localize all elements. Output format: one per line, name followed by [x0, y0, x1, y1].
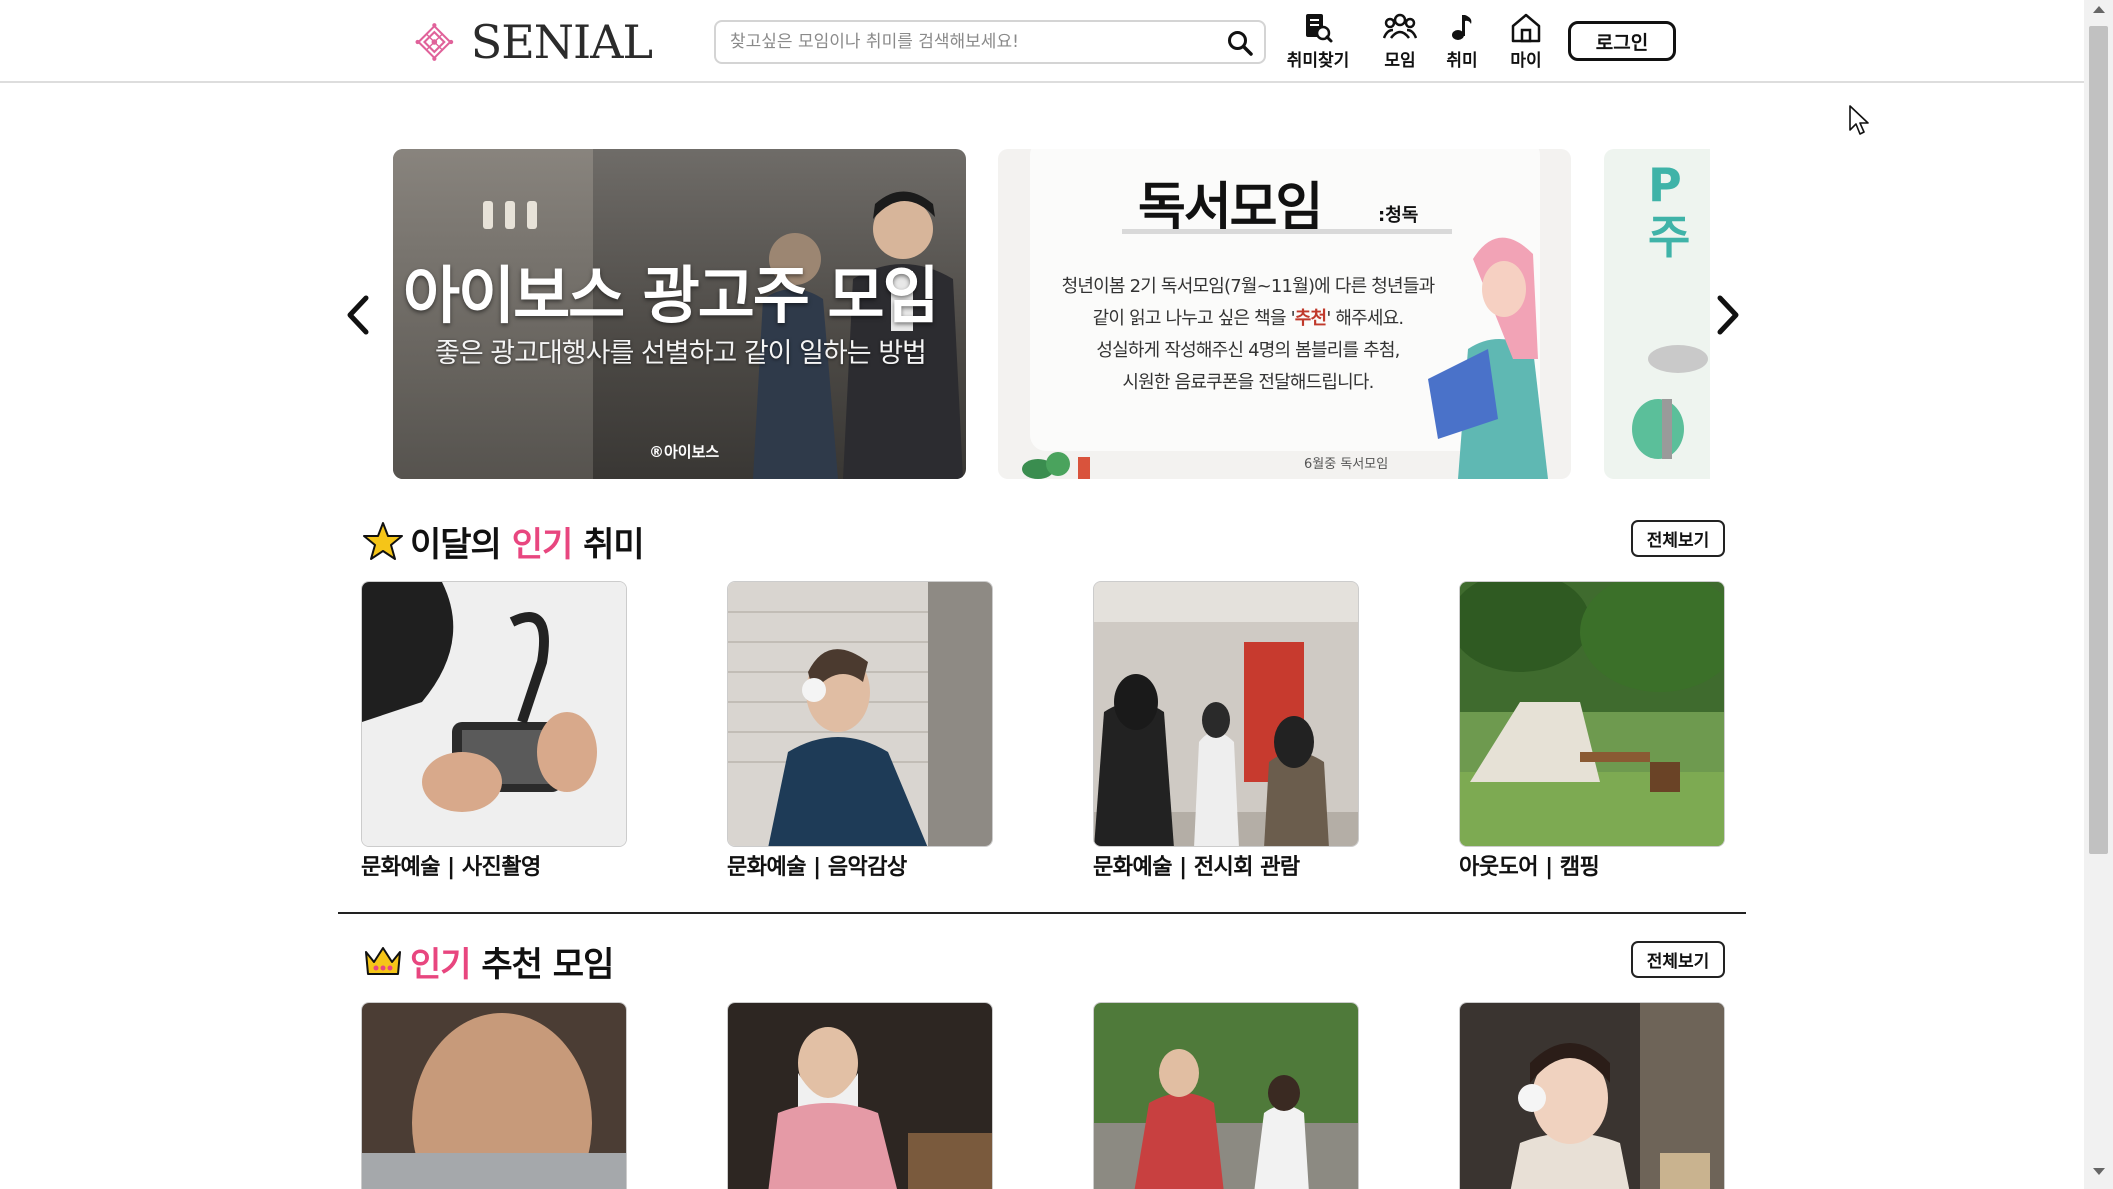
slide-body-line: 시원한 음료쿠폰을 전달해드립니다. [1122, 372, 1374, 393]
slide-body-line: 성실하게 작성해주신 4명의 봄블리를 추첨, [1096, 340, 1400, 361]
slide-subtitle: 좋은 광고대행사를 선별하고 같이 일하는 방법 [435, 338, 927, 369]
section-divider [338, 912, 1746, 914]
banner-slide-book-club[interactable]: 독서모임 :청독 청년이봄 2기 독서모임(7월~11월)에 다른 청년들과 같… [998, 149, 1571, 479]
group-thumbnail [361, 1002, 627, 1189]
section-title: 이달의 인기 취미 [410, 524, 645, 565]
banner-slide-ad-meetup[interactable]: 아이보스 광고주 모임 좋은 광고대행사를 선별하고 같이 일하는 방법 ®아이… [393, 149, 966, 479]
section-title: 인기 추천 모임 [410, 944, 614, 985]
group-card[interactable] [361, 1002, 627, 1189]
hobby-thumbnail [727, 581, 993, 847]
hobby-thumbnail [1093, 581, 1359, 847]
cloud-decoration [1632, 345, 1708, 459]
star-icon [363, 522, 403, 560]
popular-groups-header: 인기 추천 모임 [362, 936, 614, 986]
popular-hobbies-header: 이달의 인기 취미 [362, 516, 645, 566]
lamp-decoration [483, 201, 493, 229]
slide-body-line: 청년이봄 2기 독서모임(7월~11월)에 다른 청년들과 [1061, 276, 1436, 297]
view-all-groups-button[interactable]: 전체보기 [1631, 941, 1725, 978]
hobby-thumbnail [1459, 581, 1725, 847]
hobby-caption: 아웃도어 | 캠핑 [1459, 855, 1600, 880]
hobby-caption: 문화예술 | 전시회 관람 [1093, 855, 1300, 880]
reading-woman-illustration [1428, 237, 1548, 479]
group-card[interactable] [1093, 1002, 1359, 1189]
plant-decoration [1022, 452, 1090, 479]
banner-slide-partial[interactable]: P 주 [1604, 149, 1710, 479]
lamp-decoration [527, 201, 537, 229]
slide-footnote: 6월중 독서모임 [1304, 457, 1389, 472]
group-card[interactable] [1459, 1002, 1725, 1189]
hobby-card-exhibition[interactable]: 문화예술 | 전시회 관람 [1093, 581, 1359, 881]
lamp-decoration [505, 201, 515, 229]
group-thumbnail [1093, 1002, 1359, 1189]
shelf-divider [1122, 229, 1452, 234]
group-card[interactable] [727, 1002, 993, 1189]
scroll-down-arrow-icon[interactable] [2093, 1168, 2105, 1175]
hobby-card-music[interactable]: 문화예술 | 음악감상 [727, 581, 993, 881]
crown-icon [365, 947, 401, 975]
hobby-card-camping[interactable]: 아웃도어 | 캠핑 [1459, 581, 1725, 881]
chevron-left-icon[interactable] [338, 290, 378, 340]
hobby-card-photography[interactable]: 문화예술 | 사진촬영 [361, 581, 627, 881]
scrollbar-thumb[interactable] [2089, 26, 2108, 854]
vertical-scrollbar[interactable] [2084, 0, 2113, 1189]
slide-tag: :청독 [1378, 205, 1419, 226]
chevron-right-icon[interactable] [1708, 290, 1748, 340]
group-thumbnail [1459, 1002, 1725, 1189]
hobby-caption: 문화예술 | 음악감상 [727, 855, 907, 880]
slide-body: 청년이봄 2기 독서모임(7월~11월)에 다른 청년들과 같이 읽고 나누고 … [1038, 271, 1458, 399]
slide-body-line: 같이 읽고 나누고 싶은 책을 '추천' 해주세요. [1092, 308, 1404, 329]
hobby-caption: 문화예술 | 사진촬영 [361, 855, 541, 880]
mouse-cursor-icon [1849, 105, 1869, 135]
slide-title: 아이보스 광고주 모임 [403, 259, 940, 332]
slide-brand: ®아이보스 [649, 443, 720, 461]
view-all-hobbies-button[interactable]: 전체보기 [1631, 520, 1725, 557]
banner-carousel: 아이보스 광고주 모임 좋은 광고대행사를 선별하고 같이 일하는 방법 ®아이… [0, 0, 2084, 500]
scroll-up-arrow-icon[interactable] [2093, 6, 2105, 13]
hobby-thumbnail [361, 581, 627, 847]
group-thumbnail [727, 1002, 993, 1189]
slide-title: P 주 [1648, 158, 1691, 264]
